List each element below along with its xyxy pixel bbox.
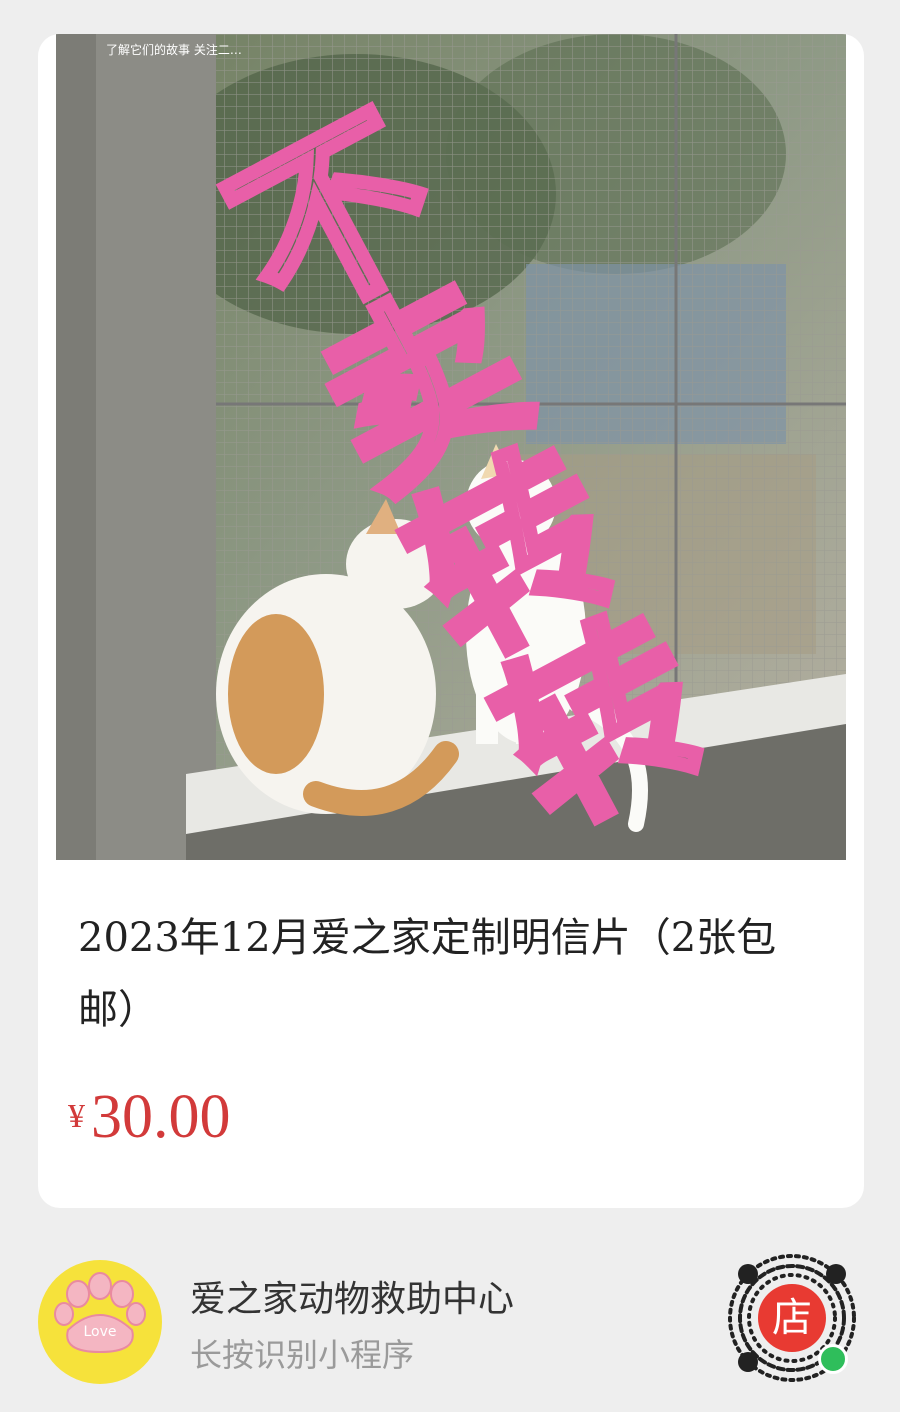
product-title: 2023年12月爱之家定制明信片（2张包邮） (78, 915, 777, 1033)
mini-program-code[interactable]: 店 (722, 1248, 862, 1388)
shop-avatar[interactable]: Love (38, 1260, 162, 1384)
mini-program-icon (818, 1344, 848, 1374)
image-corner-text: 了解它们的故事 关注二… (106, 42, 242, 57)
shop-logo-text: Love (83, 1324, 116, 1340)
product-image[interactable]: 了解它们的故事 关注二… 不卖转转 (56, 34, 846, 860)
mini-program-footer: Love 爱之家动物救助中心 长按识别小程序 店 (0, 1208, 900, 1412)
mini-program-hint: 长按识别小程序 (190, 1336, 415, 1374)
currency-symbol: ¥ (68, 1098, 85, 1135)
product-price: ¥30.00 (68, 1082, 231, 1153)
store-icon: 店 (758, 1284, 826, 1352)
shop-name: 爱之家动物救助中心 (190, 1279, 515, 1320)
product-card[interactable]: 了解它们的故事 关注二… 不卖转转 2023年12月爱之家定制明信片（2张包邮）… (38, 34, 864, 1208)
price-amount: 30.00 (91, 1083, 231, 1151)
